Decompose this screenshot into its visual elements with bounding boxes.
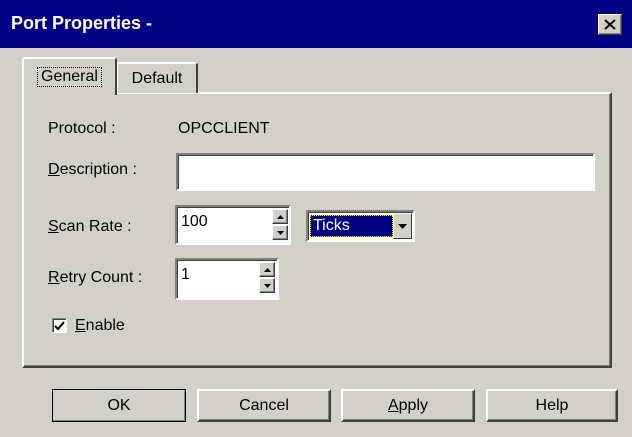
tab-default-label: Default — [131, 69, 183, 87]
arrow-up-icon — [263, 267, 271, 272]
retry-count-label-text: etry Count : — [59, 269, 143, 286]
protocol-label: Protocol : — [48, 120, 116, 137]
scan-rate-label: Scan Rate : — [48, 217, 132, 237]
chevron-down-icon — [397, 223, 407, 229]
retry-count-label: Retry Count : — [48, 268, 142, 288]
scan-rate-accel: S — [48, 218, 59, 235]
cancel-button[interactable]: Cancel — [197, 389, 331, 422]
apply-button[interactable]: Apply — [341, 389, 475, 422]
help-button[interactable]: Help — [486, 389, 618, 422]
tab-general-label: General — [37, 67, 102, 87]
retry-count-value: 1 — [181, 266, 190, 283]
apply-accel: A — [387, 396, 399, 414]
window-title: Port Properties - — [11, 13, 153, 33]
arrow-up-icon — [276, 214, 284, 219]
tab-general[interactable]: General — [22, 57, 117, 95]
check-icon — [54, 320, 65, 330]
scan-rate-value: 100 — [181, 213, 208, 230]
scan-rate-down-button[interactable] — [272, 225, 288, 240]
description-accel: D — [48, 161, 60, 178]
enable-checkbox[interactable] — [52, 318, 67, 333]
arrow-down-icon — [276, 230, 284, 235]
description-label: Description : — [48, 160, 137, 180]
description-input[interactable] — [176, 153, 595, 191]
apply-label-text: pply — [398, 396, 429, 414]
protocol-value: OPCCLIENT — [178, 120, 270, 137]
enable-accel: E — [75, 317, 86, 334]
scan-unit-select[interactable]: Ticks — [306, 210, 415, 242]
scan-rate-label-text: can Rate : — [58, 218, 132, 235]
scan-rate-up-button[interactable] — [272, 209, 288, 224]
enable-label[interactable]: Enable — [75, 316, 125, 336]
scan-unit-value: Ticks — [310, 215, 393, 237]
retry-count-up-button[interactable] — [259, 262, 275, 277]
arrow-down-icon — [263, 283, 271, 288]
scan-unit-dropdown-button[interactable] — [392, 213, 412, 239]
close-icon — [604, 19, 616, 30]
description-label-text: escription : — [59, 161, 137, 178]
ok-button[interactable]: OK — [52, 389, 186, 422]
tab-default[interactable]: Default — [116, 62, 198, 93]
retry-count-down-button[interactable] — [259, 278, 275, 293]
title-bar[interactable]: Port Properties - — [0, 0, 632, 48]
retry-count-accel: R — [48, 269, 60, 286]
enable-label-text: nable — [85, 317, 125, 334]
close-button[interactable] — [598, 14, 622, 35]
